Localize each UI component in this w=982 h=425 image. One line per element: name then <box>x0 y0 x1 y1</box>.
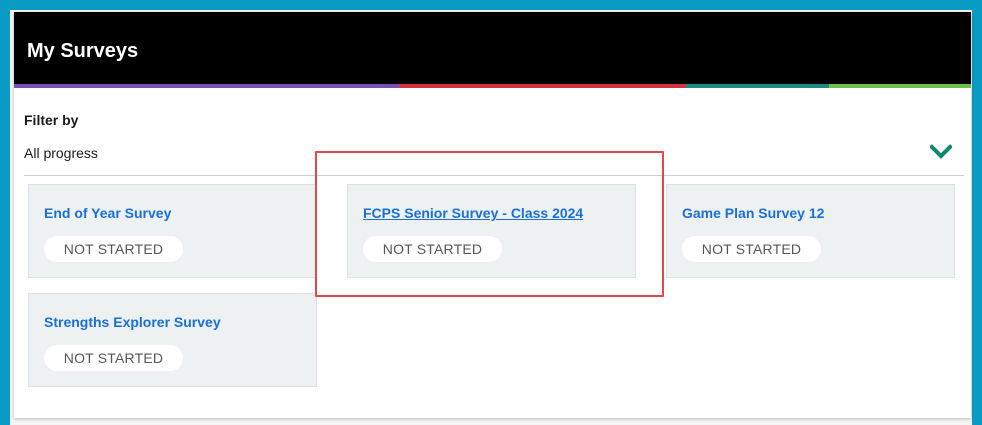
chevron-down-icon[interactable] <box>930 144 952 160</box>
survey-card[interactable]: End of Year Survey NOT STARTED <box>28 184 317 278</box>
filter-label: Filter by <box>24 112 79 128</box>
filter-selected-value: All progress <box>24 145 98 161</box>
survey-title-link[interactable]: Game Plan Survey 12 <box>682 205 824 221</box>
survey-card[interactable]: FCPS Senior Survey - Class 2024 NOT STAR… <box>347 184 636 278</box>
page-frame: My Surveys Filter by All progress End of… <box>10 10 972 425</box>
survey-card[interactable]: Strengths Explorer Survey NOT STARTED <box>28 293 317 387</box>
survey-title-link[interactable]: FCPS Senior Survey - Class 2024 <box>363 205 583 221</box>
status-badge: NOT STARTED <box>44 345 183 371</box>
progress-filter-dropdown[interactable]: All progress <box>24 140 964 176</box>
color-bar-red <box>399 84 686 88</box>
status-badge: NOT STARTED <box>44 236 183 262</box>
survey-title-link[interactable]: Strengths Explorer Survey <box>44 314 221 330</box>
status-badge: NOT STARTED <box>682 236 821 262</box>
header-color-bar <box>14 84 971 88</box>
status-badge: NOT STARTED <box>363 236 502 262</box>
survey-card[interactable]: Game Plan Survey 12 NOT STARTED <box>666 184 955 278</box>
color-bar-purple <box>14 84 399 88</box>
color-bar-green <box>829 84 971 88</box>
survey-title-link[interactable]: End of Year Survey <box>44 205 171 221</box>
color-bar-teal <box>686 84 829 88</box>
panel-header: My Surveys <box>14 12 971 84</box>
page-title: My Surveys <box>27 40 139 62</box>
